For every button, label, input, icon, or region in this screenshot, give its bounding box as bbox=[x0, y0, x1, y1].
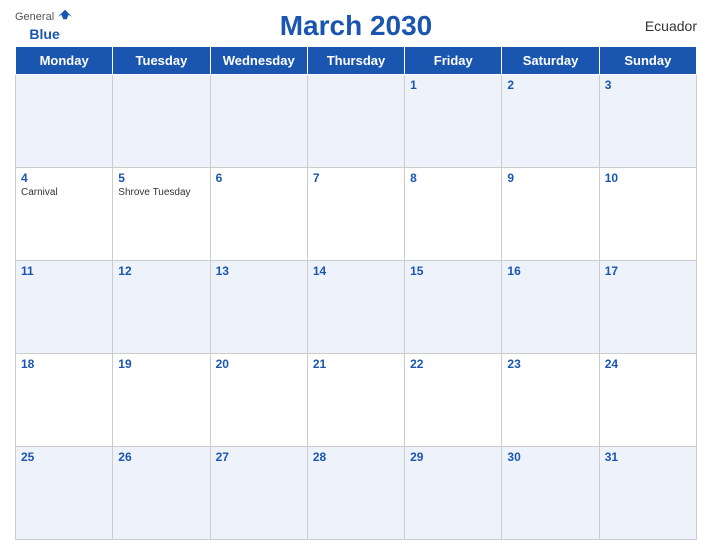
week-row-1: 123 bbox=[16, 75, 697, 168]
calendar-cell: 19 bbox=[113, 354, 210, 447]
calendar-cell: 26 bbox=[113, 447, 210, 540]
calendar-table: MondayTuesdayWednesdayThursdayFridaySatu… bbox=[15, 46, 697, 540]
day-number: 27 bbox=[216, 450, 302, 464]
calendar-cell: 29 bbox=[405, 447, 502, 540]
calendar-cell: 18 bbox=[16, 354, 113, 447]
weekday-thursday: Thursday bbox=[307, 47, 404, 75]
day-number: 8 bbox=[410, 171, 496, 185]
calendar-cell: 14 bbox=[307, 261, 404, 354]
calendar-cell bbox=[113, 75, 210, 168]
day-number: 10 bbox=[605, 171, 691, 185]
day-number: 9 bbox=[507, 171, 593, 185]
day-number: 30 bbox=[507, 450, 593, 464]
calendar-cell: 27 bbox=[210, 447, 307, 540]
calendar-cell bbox=[210, 75, 307, 168]
day-number: 24 bbox=[605, 357, 691, 371]
page-title: March 2030 bbox=[280, 10, 433, 42]
day-number: 16 bbox=[507, 264, 593, 278]
calendar-cell: 12 bbox=[113, 261, 210, 354]
week-row-3: 11 12 13 14 15 16 17 bbox=[16, 261, 697, 354]
day-number: 17 bbox=[605, 264, 691, 278]
calendar-cell: 13 bbox=[210, 261, 307, 354]
calendar-cell: 2 bbox=[502, 75, 599, 168]
day-number: 1 bbox=[410, 78, 496, 92]
event-label: Shrove Tuesday bbox=[118, 187, 204, 198]
day-number: 25 bbox=[21, 450, 107, 464]
weekday-sunday: Sunday bbox=[599, 47, 696, 75]
logo-blue: Blue bbox=[29, 26, 59, 42]
week-row-4: 18 19 20 21 22 23 24 bbox=[16, 354, 697, 447]
calendar-header: General Blue March 2030 Ecuador bbox=[15, 10, 697, 42]
day-number: 6 bbox=[216, 171, 302, 185]
calendar-cell: 30 bbox=[502, 447, 599, 540]
day-number: 18 bbox=[21, 357, 107, 371]
weekday-tuesday: Tuesday bbox=[113, 47, 210, 75]
calendar-cell: 23 bbox=[502, 354, 599, 447]
calendar-cell: 25 bbox=[16, 447, 113, 540]
calendar-cell: 6 bbox=[210, 168, 307, 261]
weekday-wednesday: Wednesday bbox=[210, 47, 307, 75]
weekday-monday: Monday bbox=[16, 47, 113, 75]
logo: General Blue bbox=[15, 8, 74, 44]
calendar-cell: 16 bbox=[502, 261, 599, 354]
event-label: Carnival bbox=[21, 187, 107, 198]
day-number: 2 bbox=[507, 78, 593, 92]
calendar-cell: 4 Carnival bbox=[16, 168, 113, 261]
day-number: 22 bbox=[410, 357, 496, 371]
calendar-cell: 1 bbox=[405, 75, 502, 168]
day-number: 15 bbox=[410, 264, 496, 278]
week-row-5: 25 26 27 28 29 30 31 bbox=[16, 447, 697, 540]
calendar-cell: 28 bbox=[307, 447, 404, 540]
day-number: 29 bbox=[410, 450, 496, 464]
logo-bird-icon bbox=[56, 8, 74, 26]
day-number: 4 bbox=[21, 171, 107, 185]
day-number: 23 bbox=[507, 357, 593, 371]
calendar-cell: 8 bbox=[405, 168, 502, 261]
calendar-cell: 11 bbox=[16, 261, 113, 354]
calendar-cell: 7 bbox=[307, 168, 404, 261]
day-number: 12 bbox=[118, 264, 204, 278]
logo-general: General bbox=[15, 11, 54, 23]
calendar-cell: 9 bbox=[502, 168, 599, 261]
calendar-cell: 22 bbox=[405, 354, 502, 447]
calendar-cell bbox=[307, 75, 404, 168]
day-number: 21 bbox=[313, 357, 399, 371]
calendar-cell: 20 bbox=[210, 354, 307, 447]
week-row-2: 4 Carnival 5 Shrove Tuesday 6789 10 bbox=[16, 168, 697, 261]
day-number: 5 bbox=[118, 171, 204, 185]
day-number: 26 bbox=[118, 450, 204, 464]
day-number: 14 bbox=[313, 264, 399, 278]
calendar-cell: 17 bbox=[599, 261, 696, 354]
calendar-cell: 3 bbox=[599, 75, 696, 168]
calendar-cell: 5 Shrove Tuesday bbox=[113, 168, 210, 261]
calendar-cell bbox=[16, 75, 113, 168]
day-number: 3 bbox=[605, 78, 691, 92]
day-number: 31 bbox=[605, 450, 691, 464]
day-number: 11 bbox=[21, 264, 107, 278]
calendar-cell: 21 bbox=[307, 354, 404, 447]
day-number: 13 bbox=[216, 264, 302, 278]
day-number: 19 bbox=[118, 357, 204, 371]
weekday-saturday: Saturday bbox=[502, 47, 599, 75]
calendar-cell: 15 bbox=[405, 261, 502, 354]
calendar-cell: 10 bbox=[599, 168, 696, 261]
day-number: 20 bbox=[216, 357, 302, 371]
calendar-cell: 31 bbox=[599, 447, 696, 540]
country-label: Ecuador bbox=[645, 18, 697, 34]
calendar-cell: 24 bbox=[599, 354, 696, 447]
weekday-friday: Friday bbox=[405, 47, 502, 75]
day-number: 7 bbox=[313, 171, 399, 185]
day-number: 28 bbox=[313, 450, 399, 464]
weekday-header-row: MondayTuesdayWednesdayThursdayFridaySatu… bbox=[16, 47, 697, 75]
